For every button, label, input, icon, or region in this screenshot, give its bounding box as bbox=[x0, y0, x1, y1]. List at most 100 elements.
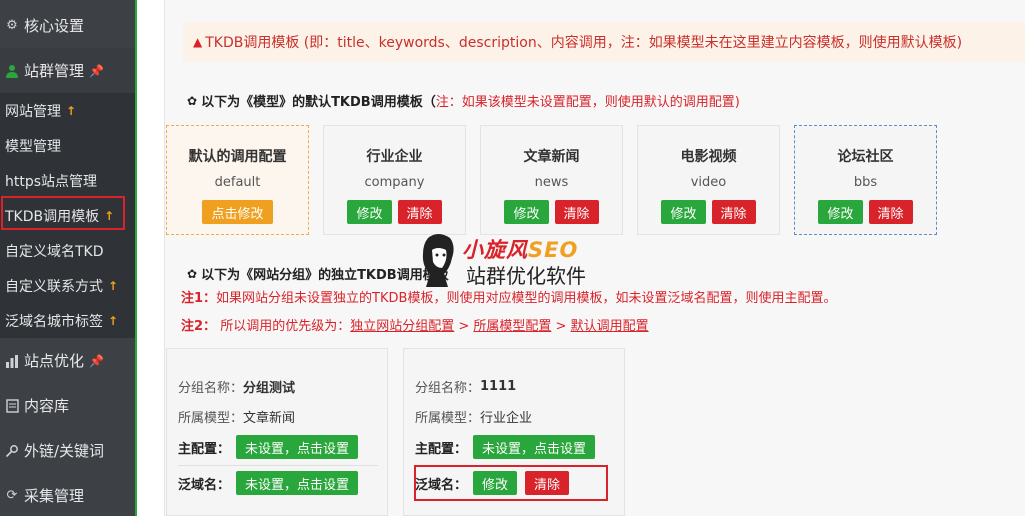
field-label: 所属模型： bbox=[415, 411, 481, 426]
field-label: 所属模型： bbox=[178, 411, 244, 426]
chart-icon bbox=[4, 353, 20, 369]
main-config-row: 主配置： 未设置，点击设置 bbox=[178, 435, 359, 459]
sidebar-item-https-sites[interactable]: https站点管理 bbox=[0, 163, 135, 198]
main-config-row: 主配置： 未设置，点击设置 bbox=[415, 435, 596, 459]
edit-button[interactable]: 修改 bbox=[661, 200, 706, 224]
note-1: 注1：如果网站分组未设置独立的TKDB模板，则使用对应模型的调用模板，如未设置泛… bbox=[181, 287, 836, 306]
group-name-row: 分组名称： 分组测试 bbox=[178, 377, 295, 396]
sidebar-group-label: 站点优化 bbox=[24, 352, 85, 370]
set-wildcard-button[interactable]: 未设置，点击设置 bbox=[236, 471, 359, 495]
set-main-config-button[interactable]: 未设置，点击设置 bbox=[236, 435, 359, 459]
sidebar-group-core-settings[interactable]: ⚙ 核心设置 bbox=[0, 3, 135, 48]
sidebar-item-model-management[interactable]: 模型管理 bbox=[0, 128, 135, 163]
model-row: 所属模型： 行业企业 bbox=[415, 407, 532, 426]
section-title-text: 以下为《网站分组》的独立TKDB调用模板 bbox=[201, 268, 449, 283]
clear-button[interactable]: 清除 bbox=[554, 200, 599, 224]
sidebar-item-label: 模型管理 bbox=[5, 138, 61, 155]
field-label: 分组名称： bbox=[415, 381, 481, 396]
gear-icon: ⚙ bbox=[6, 18, 18, 33]
card-value: news bbox=[534, 175, 569, 190]
card-title: 默认的调用配置 bbox=[188, 149, 287, 165]
model-card-default: 默认的调用配置 default 点击修改 bbox=[166, 125, 309, 235]
clear-button[interactable]: 清除 bbox=[711, 200, 756, 224]
note-text: 如果网站分组未设置独立的TKDB模板，则使用对应模型的调用模板，如未设置泛域名配… bbox=[216, 291, 837, 306]
sidebar-group-label: 内容库 bbox=[24, 397, 70, 415]
group-name: 1111 bbox=[480, 379, 517, 394]
note-text: 所以调用的优先级为： bbox=[220, 319, 351, 334]
document-icon bbox=[4, 398, 20, 414]
model-name: 文章新闻 bbox=[243, 411, 296, 426]
alert-text: TKDB调用模板 (即：title、keywords、description、内… bbox=[205, 35, 963, 51]
section-title-text: 以下为《模型》的默认TKDB调用模板（ bbox=[201, 95, 436, 110]
key-icon bbox=[4, 443, 20, 459]
card-title: 论坛社区 bbox=[837, 149, 894, 165]
brand-text: 小旋风 bbox=[462, 238, 528, 262]
portrait-icon bbox=[422, 234, 454, 287]
sidebar-item-custom-domain-tkd[interactable]: 自定义域名TKD bbox=[0, 233, 135, 268]
group-section-title: ✿ 以下为《网站分组》的独立TKDB调用模板 bbox=[187, 264, 449, 284]
edit-button[interactable]: 修改 bbox=[818, 200, 863, 224]
watermark-logo: 小旋风SEO 站群优化软件 bbox=[418, 232, 618, 288]
group-card-test: 分组名称： 分组测试 所属模型： 文章新闻 主配置： 未设置，点击设置 泛域名： 未… bbox=[166, 348, 388, 516]
model-section-title: ✿ 以下为《模型》的默认TKDB调用模板（ 注：如果该模型未设置配置，则使用默认… bbox=[187, 91, 740, 111]
priority-link-default[interactable]: 默认调用配置 bbox=[571, 319, 649, 334]
user-icon bbox=[4, 63, 20, 79]
sidebar-item-custom-contact[interactable]: 自定义联系方式 ↑ bbox=[0, 268, 135, 303]
note-label: 注1： bbox=[181, 291, 217, 306]
model-name: 行业企业 bbox=[480, 411, 533, 426]
sidebar-group-content-library[interactable]: 内容库 bbox=[0, 383, 135, 428]
sidebar-item-label: 网站管理 bbox=[5, 103, 61, 120]
card-value: company bbox=[364, 175, 425, 190]
info-alert: ▲ TKDB调用模板 (即：title、keywords、description… bbox=[183, 22, 1025, 62]
sidebar-item-site-management[interactable]: 网站管理 ↑ bbox=[0, 93, 135, 128]
edit-default-button[interactable]: 点击修改 bbox=[202, 200, 273, 224]
note-label: 注2： bbox=[181, 319, 217, 334]
priority-link-group[interactable]: 独立网站分组配置 bbox=[350, 319, 454, 334]
priority-link-model[interactable]: 所属模型配置 bbox=[473, 319, 551, 334]
watermark-subtitle: 站群优化软件 bbox=[466, 264, 586, 288]
sidebar-item-label: 泛域名城市标签 bbox=[5, 313, 103, 330]
arrow-up-icon: ↑ bbox=[108, 313, 119, 328]
sidebar-group-label: 外链/关键词 bbox=[24, 442, 105, 460]
model-card-company: 行业企业 company 修改 清除 bbox=[323, 125, 466, 235]
separator: > bbox=[454, 319, 474, 334]
sidebar-group-site-cluster[interactable]: 站群管理 📌 bbox=[0, 48, 135, 93]
edit-button[interactable]: 修改 bbox=[504, 200, 549, 224]
card-title: 文章新闻 bbox=[523, 149, 580, 165]
note-2: 注2： 所以调用的优先级为：独立网站分组配置 > 所属模型配置 > 默认调用配置 bbox=[181, 315, 649, 334]
sidebar-group-links-keywords[interactable]: 外链/关键词 bbox=[0, 428, 135, 473]
group-name: 分组测试 bbox=[243, 381, 296, 396]
sidebar-group-collection[interactable]: ⟳ 采集管理 bbox=[0, 473, 135, 516]
sidebar-group-site-optimization[interactable]: 站点优化 📌 bbox=[0, 338, 135, 383]
clear-button[interactable]: 清除 bbox=[868, 200, 913, 224]
model-card-bbs: 论坛社区 bbs 修改 清除 bbox=[794, 125, 937, 235]
model-row: 所属模型： 文章新闻 bbox=[178, 407, 295, 426]
set-main-config-button[interactable]: 未设置，点击设置 bbox=[473, 435, 596, 459]
card-title: 电影视频 bbox=[680, 149, 737, 165]
refresh-icon: ⟳ bbox=[6, 488, 18, 503]
field-label: 主配置： bbox=[178, 441, 231, 457]
model-card-video: 电影视频 video 修改 清除 bbox=[637, 125, 780, 235]
card-value: default bbox=[214, 175, 261, 190]
card-value: bbs bbox=[853, 175, 878, 190]
pin-icon: 📌 bbox=[89, 353, 104, 368]
wildcard-row: 泛域名： 未设置，点击设置 bbox=[178, 471, 359, 495]
pin-icon: 📌 bbox=[89, 63, 104, 78]
sidebar: ⚙ 核心设置 站群管理 📌 网站管理 ↑ 模型管理 https站点管理 TKDB… bbox=[0, 0, 137, 516]
field-label: 主配置： bbox=[415, 441, 468, 457]
section-note: 注：如果该模型未设置配置，则使用默认的调用配置) bbox=[435, 95, 740, 110]
sidebar-item-label: https站点管理 bbox=[5, 173, 98, 190]
gear-icon: ✿ bbox=[187, 266, 198, 281]
edit-button[interactable]: 修改 bbox=[347, 200, 392, 224]
clear-button[interactable]: 清除 bbox=[397, 200, 442, 224]
sidebar-group-label: 核心设置 bbox=[24, 17, 85, 35]
warning-icon: ▲ bbox=[193, 35, 203, 49]
divider bbox=[178, 465, 378, 466]
arrow-up-icon: ↑ bbox=[108, 278, 119, 293]
sidebar-group-label: 采集管理 bbox=[24, 487, 85, 505]
group-name-row: 分组名称： 1111 bbox=[415, 377, 516, 396]
sidebar-item-wildcard-city-tags[interactable]: 泛域名城市标签 ↑ bbox=[0, 303, 135, 338]
card-value: video bbox=[690, 175, 727, 190]
arrow-up-icon: ↑ bbox=[66, 103, 77, 118]
separator: > bbox=[551, 319, 571, 334]
